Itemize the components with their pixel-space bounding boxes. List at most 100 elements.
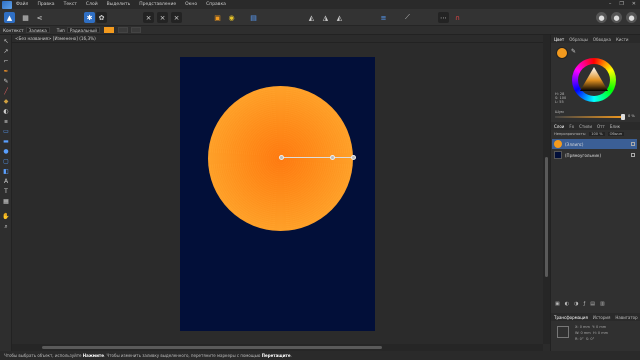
shapes-tool-icon[interactable]: ◧ [2,168,10,176]
brush-tool-icon[interactable]: ╱ [2,88,10,96]
tab-swatches[interactable]: Образцы [569,37,588,42]
table-tool-icon[interactable]: ▦ [2,198,10,206]
transform-h-field[interactable]: H: 0 mm [593,331,608,335]
designer-persona-button[interactable]: ▲ [4,12,15,23]
anchor-selector[interactable] [557,326,569,338]
layer-group-icon[interactable]: ▤ [590,301,595,307]
preferences-icon[interactable]: ● [611,12,622,23]
gradient-type-select[interactable]: Радиальный [66,27,100,33]
tab-styles[interactable]: Стили [579,124,592,129]
menu-edit[interactable]: Правка [37,2,54,7]
isolate-icon[interactable]: ⨯ [143,12,154,23]
vertical-scrollbar[interactable] [543,35,550,344]
share-icon[interactable]: ⋖ [34,12,45,23]
align-left-icon[interactable]: ◭ [306,12,317,23]
menu-help[interactable]: Справка [206,2,226,7]
tab-layers[interactable]: Слои [554,124,564,129]
tab-brushes[interactable]: Кисти [616,37,629,42]
menu-window[interactable]: Окно [185,2,197,7]
corner-tool-icon[interactable]: ⌐ [2,58,10,66]
fill-color-swatch[interactable] [104,27,114,33]
noise-slider-knob[interactable] [621,114,625,120]
layer-delete-icon[interactable]: ▥ [600,301,605,307]
snapping-toggle-icon[interactable]: ✱ [84,12,95,23]
frame-text-tool-icon[interactable]: T [2,188,10,196]
canvas-area[interactable] [12,43,543,344]
current-color-swatch[interactable] [556,47,568,59]
reverse-gradient-button[interactable] [118,27,128,33]
eraser-tool-icon[interactable]: ▪ [2,118,10,126]
horizontal-scrollbar[interactable] [12,344,543,351]
hand-tool-icon[interactable]: ✋ [2,213,10,221]
account-icon[interactable]: ● [626,12,637,23]
align-options-icon[interactable]: ≡ [378,12,389,23]
arrange-front-icon[interactable]: ▤ [248,12,259,23]
transform-x-field[interactable]: X: 0 mm [575,325,590,329]
boolean-subtract-icon[interactable]: ◉ [226,12,237,23]
layer-row[interactable]: (Эллипс) [552,139,637,149]
document-tab[interactable]: <Без названия> [Изменено] (16,3%) [12,35,543,43]
color-triangle[interactable] [580,67,608,91]
layer-visibility-checkbox[interactable] [631,153,635,157]
menu-layer[interactable]: Слой [86,2,98,7]
geometry-icon[interactable]: ⨯ [157,12,168,23]
move-tool-icon[interactable]: ↖ [2,38,10,46]
minimize-button[interactable]: – [609,1,612,7]
tab-transform[interactable]: Трансформация [554,315,588,320]
color-wheel[interactable] [572,58,616,102]
layer-opacity-input[interactable]: 100 % [589,131,605,136]
transform-y-field[interactable]: Y: 0 mm [592,325,606,329]
menu-view[interactable]: Представление [139,2,176,7]
pen-tool-icon[interactable]: ✒ [2,68,10,76]
node-tool-icon[interactable]: ↗ [2,48,10,56]
transform-s-field[interactable]: S: 0° [586,337,595,341]
assistant-icon[interactable]: ● [596,12,607,23]
layer-visibility-checkbox[interactable] [631,142,635,146]
layer-row[interactable]: (Прямоугольник) [552,150,637,160]
close-button[interactable]: ✕ [632,1,636,7]
tab-fx[interactable]: Fx [569,124,574,129]
transform-w-field[interactable]: W: 0 mm [575,331,591,335]
gradient-mid-handle[interactable] [330,155,335,160]
transparency-tool-icon[interactable]: ◐ [2,108,10,116]
gradient-start-handle[interactable] [279,155,284,160]
pencil-tool-icon[interactable]: ✎ [2,78,10,86]
align-center-icon[interactable]: ◮ [320,12,331,23]
pen-mode-icon[interactable]: ⟋ [402,12,413,23]
rectangle-tool-icon[interactable]: ▬ [2,138,10,146]
layer-add-icon[interactable]: ▣ [555,301,560,307]
fill-tool-icon[interactable]: ◆ [2,98,10,106]
tab-glow[interactable]: Блик [610,124,620,129]
gradient-path-line[interactable] [281,157,353,158]
symbol-icon[interactable]: ✿ [96,12,107,23]
gradient-options-button[interactable] [131,27,141,33]
app-logo[interactable] [2,0,12,9]
pixel-persona-icon[interactable]: ▦ [20,12,31,23]
transform-r-field[interactable]: R: 0° [575,337,584,341]
tab-adjust[interactable]: Отт [597,124,605,129]
menu-file[interactable]: Файл [16,2,28,7]
vertical-scroll-thumb[interactable] [545,157,548,277]
menu-select[interactable]: Выделить [107,2,131,7]
layer-fx-icon[interactable]: ƒ [583,301,585,307]
blend-mode-select[interactable]: Обычн [607,131,624,136]
gradient-end-handle[interactable] [351,155,356,160]
artboard[interactable] [180,57,375,331]
context-select[interactable]: Заливка [25,27,50,33]
tab-color[interactable]: Цвет [554,37,564,42]
color-picker-icon[interactable]: ✎ [571,48,576,55]
snap-options-icon[interactable]: ⋯ [438,12,449,23]
ellipse-tool-icon[interactable]: ● [2,148,10,156]
tab-history[interactable]: История [593,315,611,320]
menu-text[interactable]: Текст [64,2,77,7]
tab-navigator[interactable]: Навигатор [615,315,637,320]
maximize-button[interactable]: ❐ [619,1,623,7]
mask-icon[interactable]: ⨯ [171,12,182,23]
boolean-add-icon[interactable]: ▣ [212,12,223,23]
rounded-rect-tool-icon[interactable]: ▢ [2,158,10,166]
crop-tool-icon[interactable]: ▭ [2,128,10,136]
horizontal-scroll-thumb[interactable] [42,346,382,349]
layer-adjust-icon[interactable]: ◑ [574,301,578,307]
align-right-icon[interactable]: ◭ [334,12,345,23]
noise-slider[interactable] [555,116,625,118]
